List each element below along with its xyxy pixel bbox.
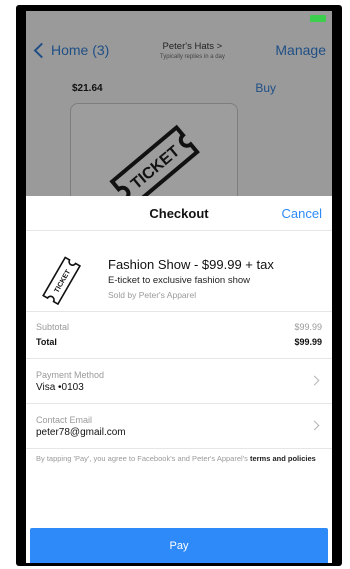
payment-method-label: Payment Method [36,370,105,380]
checkout-sheet: Checkout Cancel TICKET Fashion Show - $9… [26,196,332,563]
screen: Home (3) Peter's Hats > Typically replie… [26,11,332,563]
contact-email-label: Contact Email [36,415,93,425]
contact-email-value: peter78@gmail.com [36,427,126,438]
back-button[interactable]: Home (3) [26,42,109,58]
phone-frame: Home (3) Peter's Hats > Typically replie… [16,5,342,566]
battery-icon [310,15,326,22]
back-label: Home (3) [51,42,110,58]
subtotal-label: Subtotal [36,322,70,332]
cancel-button[interactable]: Cancel [282,206,322,221]
status-bar [26,11,332,29]
chevron-left-icon [33,42,50,58]
terms-link[interactable]: terms and policies [250,454,316,463]
buy-button[interactable]: Buy [255,81,276,95]
manage-button[interactable]: Manage [275,42,332,58]
contact-email-row[interactable]: Contact Email peter78@gmail.com [26,404,332,449]
chevron-right-icon [309,420,320,431]
totals-section: Subtotal $99.99 Total $99.99 [26,312,332,359]
nav-subtitle: Typically replies in a day [159,53,225,60]
payment-method-row[interactable]: Payment Method Visa •0103 [26,359,332,404]
terms-text: By tapping 'Pay', you agree to Facebook'… [36,454,322,464]
pay-button[interactable]: Pay [30,528,328,563]
payment-method-value: Visa •0103 [36,382,84,393]
navigation-bar: Home (3) Peter's Hats > Typically replie… [26,29,332,71]
nav-title: Peter's Hats > [162,40,223,52]
product-seller: Sold by Peter's Apparel [108,290,197,300]
total-value: $99.99 [294,337,322,347]
product-summary: TICKET Fashion Show - $99.99 + tax E-tic… [26,231,332,312]
ticket-icon: TICKET [42,256,82,306]
product-description: E-ticket to exclusive fashion show [108,275,251,286]
nav-title-block[interactable]: Peter's Hats > Typically replies in a da… [160,41,225,60]
subtotal-value: $99.99 [294,322,322,332]
product-row: $21.64 Buy [72,81,276,95]
chevron-right-icon [309,375,320,386]
product-name: Fashion Show - $99.99 + tax [108,257,274,272]
terms-prefix: By tapping 'Pay', you agree to Facebook'… [36,454,250,463]
checkout-header: Checkout Cancel [26,196,332,231]
total-label: Total [36,337,57,347]
product-price: $21.64 [72,83,103,94]
